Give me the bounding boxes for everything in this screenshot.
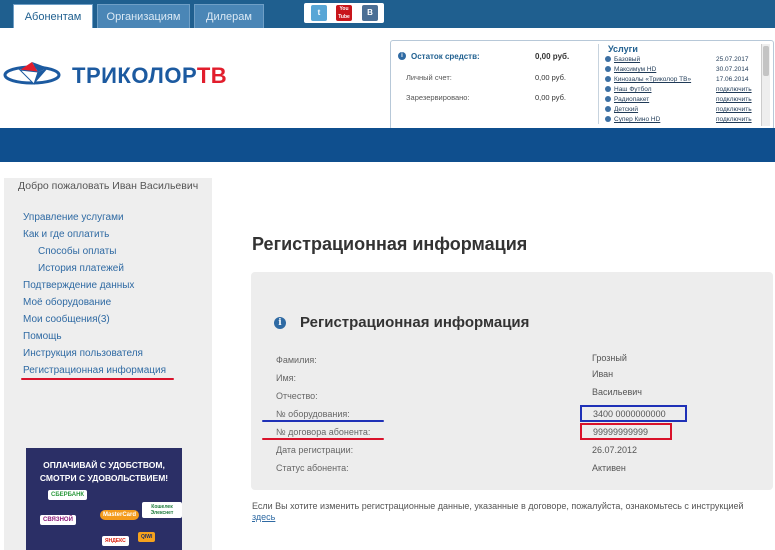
reserved-label: Зарезервировано: <box>406 93 470 102</box>
highlight-box <box>580 423 672 440</box>
sidebar-item-help[interactable]: Помощь <box>23 331 62 342</box>
sidebar-item-my-messages[interactable]: Мои сообщения(3) <box>23 314 110 325</box>
personal-account-label: Личный счет: <box>406 73 452 82</box>
personal-account-value: 0,00 руб. <box>535 73 566 82</box>
yandex-logo: ЯНДЕКС <box>102 536 129 546</box>
mastercard-logo: MasterCard <box>100 510 140 520</box>
field-label-registration-date: Дата регистрации: <box>276 445 354 455</box>
tab-organizations[interactable]: Организациям <box>97 4 190 28</box>
qiwi-logo: QIWI <box>138 532 156 542</box>
sidebar-item-data-confirmation[interactable]: Подтверждение данных <box>23 280 134 291</box>
logo-wordmark[interactable]: ТРИКОЛОРТВ <box>72 63 227 89</box>
service-connect-link[interactable]: подключить <box>716 116 752 123</box>
service-item[interactable]: Базовый <box>605 56 640 63</box>
field-value-surname: Грозный <box>592 353 627 363</box>
sidebar-item-payment-methods[interactable]: Способы оплаты <box>38 246 117 257</box>
promo-line-2: СМОТРИ С УДОВОЛЬСТВИЕМ! <box>39 473 169 483</box>
scrollbar-thumb[interactable] <box>763 46 769 76</box>
change-data-note: Если Вы хотите изменить регистрационные … <box>252 501 744 511</box>
sberbank-logo: СБЕРБАНК <box>48 490 88 500</box>
service-item[interactable]: Наш Футбол <box>605 86 652 93</box>
balance-total: 0,00 руб. <box>535 52 570 61</box>
tab-dealers[interactable]: Дилерам <box>194 4 264 28</box>
field-label-status: Статус абонента: <box>276 463 349 473</box>
services-scrollbar[interactable] <box>761 44 770 126</box>
highlight-underline <box>21 378 174 380</box>
service-icon <box>605 86 611 93</box>
service-item[interactable]: Супер Кино HD <box>605 116 660 123</box>
field-label-contract-number: № договора абонента: <box>276 427 371 437</box>
highlight-underline <box>262 420 384 422</box>
tab-subscribers[interactable]: Абонентам <box>13 4 93 28</box>
service-date: 30.07.2014 <box>716 66 749 73</box>
service-icon <box>605 116 611 123</box>
services-title: Услуги <box>608 44 638 54</box>
info-icon: i <box>274 317 286 329</box>
page-title: Регистрационная информация <box>252 234 528 254</box>
service-date: 17.06.2014 <box>716 76 749 83</box>
highlight-box <box>580 405 687 422</box>
social-links: t You Tube B <box>304 3 384 23</box>
youtube-icon[interactable]: You Tube <box>336 5 352 21</box>
payment-promo-banner[interactable]: ОПЛАЧИВАЙ С УДОБСТВОМ, СМОТРИ С УДОВОЛЬС… <box>26 448 182 550</box>
service-item[interactable]: Детский <box>605 106 638 113</box>
sidebar-item-services[interactable]: Управление услугами <box>23 212 124 223</box>
promo-line-1: ОПЛАЧИВАЙ С УДОБСТВОМ, <box>43 460 165 470</box>
instructions-link[interactable]: здесь <box>252 512 275 522</box>
service-connect-link[interactable]: подключить <box>716 86 752 93</box>
service-icon <box>605 76 611 83</box>
field-label-name: Имя: <box>276 373 297 383</box>
highlight-underline <box>262 438 384 440</box>
registration-panel <box>251 272 773 490</box>
elexnet-logo: Кошелек Элекснет <box>142 502 182 518</box>
service-connect-link[interactable]: подключить <box>716 106 752 113</box>
service-icon <box>605 56 611 63</box>
sidebar-item-user-guide[interactable]: Инструкция пользователя <box>23 348 143 359</box>
reserved-value: 0,00 руб. <box>535 93 566 102</box>
field-value-patronymic: Васильевич <box>592 387 642 397</box>
tricolor-logo-icon[interactable] <box>2 58 70 92</box>
panel-title: Регистрационная информация <box>300 314 530 331</box>
service-connect-link[interactable]: подключить <box>716 96 752 103</box>
field-label-equipment-number: № оборудования: <box>276 409 350 419</box>
service-item[interactable]: Максимум HD <box>605 66 656 73</box>
service-item[interactable]: Радиопакет <box>605 96 649 103</box>
sidebar-item-my-equipment[interactable]: Моё оборудование <box>23 297 111 308</box>
header-blue-band <box>0 128 775 162</box>
service-icon <box>605 106 611 113</box>
twitter-icon[interactable]: t <box>311 5 327 21</box>
widget-divider <box>598 44 599 124</box>
info-icon: i <box>398 52 406 60</box>
sidebar-item-payment-history[interactable]: История платежей <box>38 263 124 274</box>
field-label-surname: Фамилия: <box>276 355 317 365</box>
welcome-text: Добро пожаловать Иван Васильевич <box>18 180 199 192</box>
sidebar-item-how-to-pay[interactable]: Как и где оплатить <box>23 229 109 240</box>
service-item[interactable]: Кинозалы «Триколор ТВ» <box>605 76 691 83</box>
svyaznoy-logo: СВЯЗНОЙ <box>40 515 76 525</box>
sidebar-item-registration-info[interactable]: Регистрационная информация <box>23 365 166 376</box>
field-value-registration-date: 26.07.2012 <box>592 445 638 455</box>
service-icon <box>605 96 611 103</box>
field-value-name: Иван <box>592 369 614 379</box>
balance-title: Остаток средств: <box>411 52 480 61</box>
field-value-status: Активен <box>592 463 626 473</box>
service-date: 25.07.2017 <box>716 56 749 63</box>
service-icon <box>605 66 611 73</box>
vk-icon[interactable]: B <box>362 5 378 21</box>
field-label-patronymic: Отчество: <box>276 391 318 401</box>
